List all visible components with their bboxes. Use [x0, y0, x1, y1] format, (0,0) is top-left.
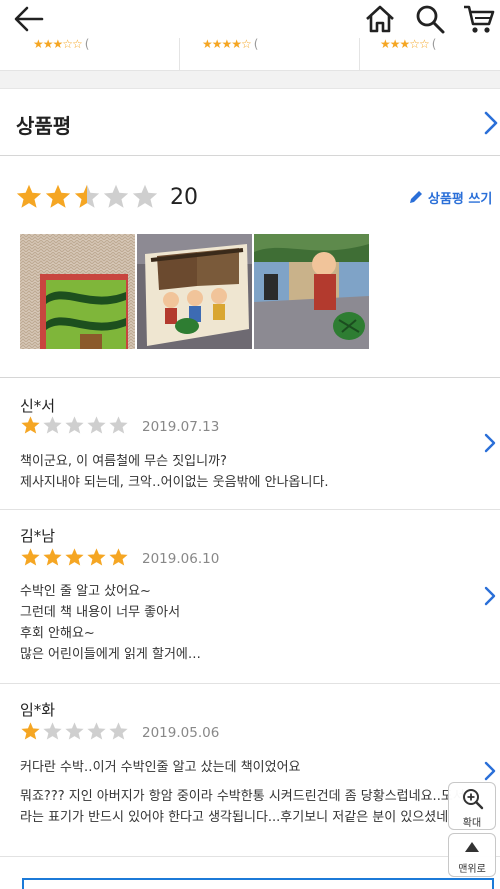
review-rating-stars	[20, 547, 130, 569]
star-icon	[65, 722, 84, 740]
star-icon	[21, 416, 40, 434]
related-product-card[interactable]: ★★★★☆(	[180, 38, 360, 71]
chevron-right-icon[interactable]	[484, 433, 496, 453]
page: ★★★☆☆( ★★★★☆( ★★★☆☆( 상품평 20 상품평 쓰기 신*서 2…	[0, 0, 500, 889]
review-text-line: 커다란 수박‥이거 수박인줄 알고 샀는데 책이었어요	[20, 760, 301, 775]
related-product-card[interactable]: ★★★☆☆(	[360, 38, 500, 71]
home-icon[interactable]	[364, 3, 396, 35]
star-icon	[65, 548, 84, 566]
arrow-left-icon[interactable]	[12, 4, 46, 34]
chevron-right-icon[interactable]	[484, 111, 498, 135]
zoom-label: 확대	[462, 818, 482, 829]
review-author: 임*화	[20, 701, 56, 719]
review-text-line: 제사지내야 되는데, 크악‥어이없는 웃음밖에 안나옵니다.	[20, 475, 329, 490]
search-icon[interactable]	[414, 3, 446, 35]
review-author: 김*남	[20, 527, 56, 545]
top-bar	[0, 0, 500, 38]
star-icon	[74, 184, 100, 208]
section-divider	[0, 71, 500, 89]
section-title: 상품평	[16, 114, 72, 138]
chevron-right-icon[interactable]	[484, 761, 496, 781]
star-icon	[132, 184, 158, 208]
review-item[interactable]: 임*화 2019.05.06 커다란 수박‥이거 수박인줄 알고 샀는데 책이었…	[0, 685, 500, 857]
star-icon	[21, 548, 40, 566]
review-text-line: 책이군요, 이 여름철에 무슨 짓입니까?	[20, 454, 227, 469]
mini-rating-icon: ★★★★☆(	[202, 37, 259, 51]
review-count: 20	[170, 185, 198, 210]
mini-rating-icon: ★★★☆☆(	[33, 37, 90, 51]
review-item[interactable]: 신*서 2019.07.13 책이군요, 이 여름철에 무슨 짓입니까? 제사지…	[0, 379, 500, 510]
review-body: 수박인 줄 알고 샀어요~ 그런데 책 내용이 너무 좋아서 후회 안해요~ 많…	[20, 581, 440, 665]
zoom-button[interactable]: 확대	[448, 782, 496, 830]
star-icon	[21, 722, 40, 740]
review-photo[interactable]	[20, 234, 135, 349]
review-text-line: 후회 안해요~	[20, 626, 95, 641]
rating-summary: 20 상품평 쓰기	[0, 157, 500, 378]
average-rating-stars	[15, 183, 160, 213]
write-review-button[interactable]: 상품평 쓰기	[410, 188, 492, 207]
review-text-line: 뭐죠??? 지인 아버지가 항암 중이라 수박한통 시켜드린건데 좀 당황스럽네…	[20, 789, 465, 804]
star-icon	[109, 416, 128, 434]
pencil-icon	[410, 191, 422, 203]
review-text-line: 라는 표기가 반드시 있어야 한다고 생각됩니다...후기보니 저같은 분이 있…	[20, 810, 449, 825]
review-date: 2019.06.10	[142, 551, 220, 567]
caret-up-icon	[465, 842, 479, 852]
review-section-header[interactable]: 상품평	[0, 90, 500, 156]
review-photo[interactable]	[137, 234, 252, 349]
zoom-in-icon	[463, 789, 484, 810]
chevron-right-icon[interactable]	[484, 586, 496, 606]
star-icon	[65, 416, 84, 434]
star-icon	[87, 722, 106, 740]
star-icon	[43, 548, 62, 566]
star-icon	[87, 548, 106, 566]
review-text-line: 수박인 줄 알고 샀어요~	[20, 584, 151, 599]
review-date: 2019.05.06	[142, 725, 220, 741]
cart-icon[interactable]	[462, 3, 496, 35]
review-date: 2019.07.13	[142, 419, 220, 435]
review-body: 책이군요, 이 여름철에 무슨 짓입니까? 제사지내야 되는데, 크악‥어이없는…	[20, 451, 440, 493]
review-item[interactable]: 김*남 2019.06.10 수박인 줄 알고 샀어요~ 그런데 책 내용이 너…	[0, 511, 500, 684]
star-icon	[109, 722, 128, 740]
related-products-row: ★★★☆☆( ★★★★☆( ★★★☆☆(	[0, 38, 500, 71]
review-rating-stars	[20, 721, 130, 743]
star-icon	[16, 184, 42, 208]
review-rating-stars	[20, 415, 130, 437]
star-icon	[109, 548, 128, 566]
star-icon	[87, 416, 106, 434]
review-author: 신*서	[20, 397, 56, 415]
review-text-line: 많은 어린이들에게 읽게 할거에…	[20, 647, 201, 662]
review-text-line: 그런데 책 내용이 너무 좋아서	[20, 605, 181, 620]
mini-rating-icon: ★★★☆☆(	[380, 37, 437, 51]
review-photo[interactable]	[254, 234, 369, 349]
related-product-card[interactable]: ★★★☆☆(	[0, 38, 180, 71]
star-icon	[45, 184, 71, 208]
star-icon	[43, 722, 62, 740]
star-icon	[43, 416, 62, 434]
next-section-box	[22, 878, 494, 889]
star-icon	[103, 184, 129, 208]
write-review-label: 상품평 쓰기	[428, 192, 493, 207]
review-text-line	[20, 778, 480, 786]
review-body: 커다란 수박‥이거 수박인줄 알고 샀는데 책이었어요 뭐죠??? 지인 아버지…	[20, 757, 480, 828]
scroll-top-button[interactable]: 맨위로	[448, 833, 496, 877]
scroll-top-label: 맨위로	[458, 864, 486, 875]
